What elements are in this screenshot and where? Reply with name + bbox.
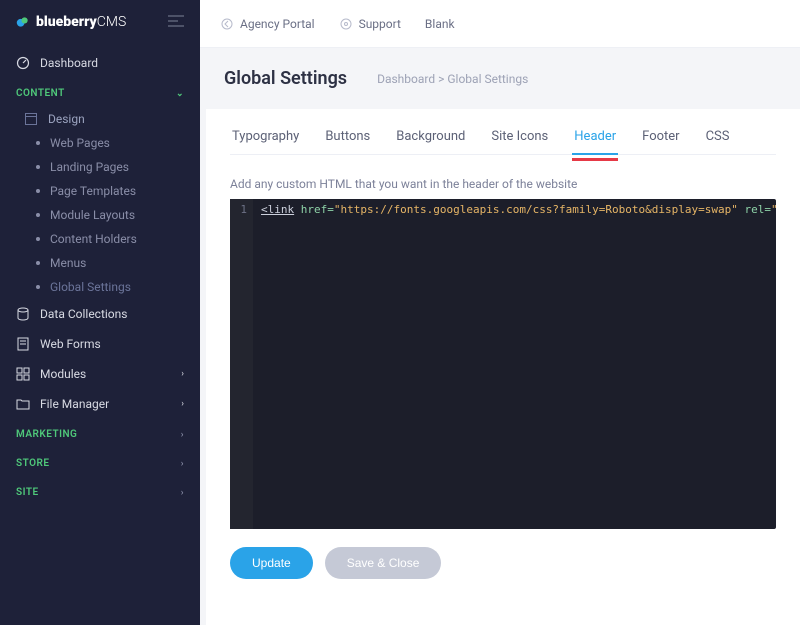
content-card: Typography Buttons Background Site Icons… [206,109,800,625]
tab-header[interactable]: Header [572,119,618,154]
tab-css[interactable]: CSS [704,119,732,154]
nav-section-content[interactable]: CONTENT ⌄ [0,78,200,107]
editor-helptext: Add any custom HTML that you want in the… [230,155,776,199]
nav-filemanager-label: File Manager [40,397,109,411]
bullet-icon [36,189,40,193]
database-icon [16,307,30,321]
nav-store-label: STORE [16,458,50,469]
main: Agency Portal Support Blank Global Setti… [200,0,800,625]
nav-layouts-label: Module Layouts [50,208,135,222]
update-button[interactable]: Update [230,547,313,579]
nav-design-label: Design [48,112,85,126]
tab-siteicons[interactable]: Site Icons [489,119,550,154]
topbar-blank-label: Blank [425,17,455,31]
nav-datacollections-label: Data Collections [40,307,127,321]
topbar-agency[interactable]: Agency Portal [220,17,315,31]
chevron-right-icon: › [181,369,184,379]
nav-modules-label: Modules [40,367,86,381]
design-icon [24,112,38,126]
editor-code[interactable]: <link href="https://fonts.googleapis.com… [253,199,776,529]
chevron-right-icon: › [181,459,184,469]
chevron-right-icon: › [181,488,184,498]
bullet-icon [36,237,40,241]
nav-marketing-label: MARKETING [16,429,77,440]
chevron-right-icon: › [181,399,184,409]
nav-section-content-label: CONTENT [16,88,65,99]
editor-gutter: 1 [230,199,253,529]
nav-modules[interactable]: Modules › [0,359,200,389]
topbar-agency-label: Agency Portal [240,17,315,31]
nav-webforms-label: Web Forms [40,337,101,351]
nav-templates[interactable]: Page Templates [0,179,200,203]
topbar-support-label: Support [359,17,401,31]
nav-filemanager[interactable]: File Manager › [0,389,200,419]
topbar-blank[interactable]: Blank [425,17,455,31]
logo-text: blueberryCMS [36,14,126,30]
nav-holders[interactable]: Content Holders [0,227,200,251]
chevron-down-icon: ⌄ [176,89,184,99]
nav-design[interactable]: Design [0,107,200,131]
nav-templates-label: Page Templates [50,184,136,198]
sidebar: blueberryCMS Dashboard CONTENT ⌄ Design … [0,0,200,625]
topbar-support[interactable]: Support [339,17,401,31]
logo-row: blueberryCMS [0,14,200,48]
nav-menus-label: Menus [50,256,86,270]
breadcrumb-2: Global Settings [447,72,528,86]
page-header: Global Settings Dashboard > Global Setti… [200,48,800,109]
nav-site-label: SITE [16,487,39,498]
modules-icon [16,367,30,381]
bullet-icon [36,165,40,169]
chevron-right-icon: › [181,430,184,440]
logo[interactable]: blueberryCMS [16,14,126,30]
topbar: Agency Portal Support Blank [200,0,800,48]
nav-section-marketing[interactable]: MARKETING › [0,419,200,448]
line-number: 1 [240,203,247,216]
form-buttons: Update Save & Close [230,547,776,579]
nav-section-site[interactable]: SITE › [0,477,200,506]
nav-webpages[interactable]: Web Pages [0,131,200,155]
menu-toggle-icon[interactable] [168,15,184,30]
nav-datacollections[interactable]: Data Collections [0,299,200,329]
tabs: Typography Buttons Background Site Icons… [230,109,776,155]
nav-section-store[interactable]: STORE › [0,448,200,477]
nav-layouts[interactable]: Module Layouts [0,203,200,227]
nav-dashboard[interactable]: Dashboard [0,48,200,78]
folder-icon [16,397,30,411]
logo-icon [16,15,30,29]
breadcrumb-sep: > [438,72,444,86]
nav-landing-label: Landing Pages [50,160,129,174]
forms-icon [16,337,30,351]
breadcrumb: Dashboard > Global Settings [377,72,528,86]
bullet-icon [36,213,40,217]
bullet-icon [36,285,40,289]
bullet-icon [36,261,40,265]
tab-footer[interactable]: Footer [640,119,681,154]
back-arrow-icon [220,17,234,31]
breadcrumb-1[interactable]: Dashboard [377,72,435,86]
nav-dashboard-label: Dashboard [40,56,98,70]
nav-globalsettings-label: Global Settings [50,280,131,294]
tab-typography[interactable]: Typography [230,119,301,154]
nav-webforms[interactable]: Web Forms [0,329,200,359]
nav-sub-content: Design Web Pages Landing Pages Page Temp… [0,107,200,299]
nav-globalsettings[interactable]: Global Settings [0,275,200,299]
tab-background[interactable]: Background [394,119,467,154]
bullet-icon [36,141,40,145]
save-close-button[interactable]: Save & Close [325,547,442,579]
dashboard-icon [16,56,30,70]
nav-landing[interactable]: Landing Pages [0,155,200,179]
nav-menus[interactable]: Menus [0,251,200,275]
page-title: Global Settings [224,68,347,89]
nav-webpages-label: Web Pages [50,136,110,150]
tab-buttons[interactable]: Buttons [323,119,372,154]
nav-holders-label: Content Holders [50,232,137,246]
code-editor[interactable]: 1 <link href="https://fonts.googleapis.c… [230,199,776,529]
support-icon [339,17,353,31]
